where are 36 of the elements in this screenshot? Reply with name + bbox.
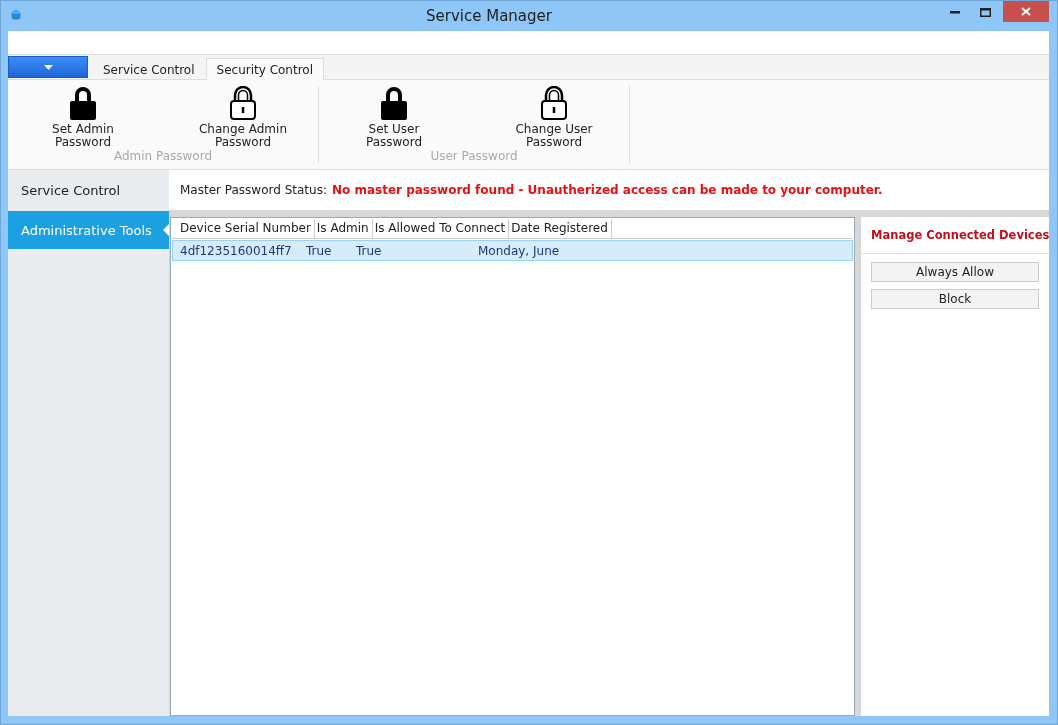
column-header[interactable]: Device Serial Number (172, 219, 315, 238)
caret-icon (43, 64, 53, 70)
ribbon-button[interactable]: Set User Password (329, 86, 459, 149)
column-header[interactable]: Date Registered (509, 219, 612, 238)
group-label: User Password (430, 149, 518, 163)
table-row[interactable]: 4df1235160014ff7 True True Monday, June (172, 240, 853, 261)
padlock-icon (69, 86, 97, 120)
table-cell-text: True (306, 243, 333, 258)
close-icon (1021, 7, 1031, 16)
table-cell-text: True (356, 243, 383, 258)
ribbon-button[interactable]: Change Admin Password (178, 86, 308, 149)
sidebar-label: Administrative Tools (21, 222, 152, 238)
ribbon-button[interactable]: Change User Password (489, 86, 619, 149)
group-label: Admin Password (113, 149, 213, 163)
table-cell: Monday, June (478, 243, 560, 258)
ribbon-button[interactable]: Set Admin Password (18, 86, 148, 149)
action-button[interactable]: Block (871, 289, 1039, 309)
tab[interactable]: Service Control (92, 58, 206, 80)
column-header[interactable]: Is Allowed To Connect (372, 219, 510, 238)
action-button[interactable]: Always Allow (871, 262, 1039, 282)
window-title: Service Manager (425, 7, 553, 25)
minimize-icon (949, 10, 960, 14)
status-label: Master Password Status: (180, 183, 327, 197)
column-header[interactable]: Is Admin (314, 219, 373, 238)
sidebar-item[interactable]: Service Control (8, 171, 169, 209)
close-button[interactable] (1003, 1, 1049, 22)
app-icon (9, 8, 23, 22)
padlock-icon (229, 86, 257, 120)
sidebar-label: Service Control (21, 182, 121, 198)
tab[interactable]: Security Control (205, 58, 324, 80)
padlock-icon (380, 86, 408, 120)
table-cell-text: 4df1235160014ff7 (179, 243, 293, 258)
padlock-icon (540, 86, 568, 120)
panel-title: Manage Connected Devices (861, 217, 1049, 254)
maximize-icon (980, 7, 991, 17)
status-message: No master password found - Unautherized access can be made to your computer. (331, 183, 883, 197)
